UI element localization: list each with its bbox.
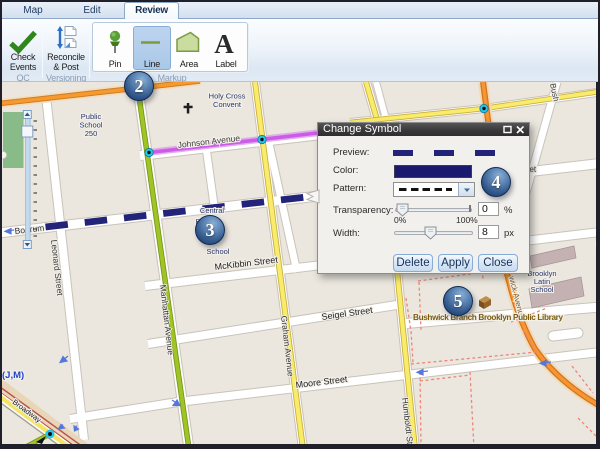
svg-text:Central: Central xyxy=(200,206,225,215)
svg-text:Convent: Convent xyxy=(213,100,242,109)
svg-text:School: School xyxy=(531,285,554,294)
svg-text:(J,M): (J,M) xyxy=(2,370,24,381)
svg-text:250: 250 xyxy=(85,129,98,138)
svg-text:School: School xyxy=(207,247,230,256)
svg-text:Bushwick Branch Brooklyn Publi: Bushwick Branch Brooklyn Public Library xyxy=(413,313,563,322)
svg-text:A: A xyxy=(214,29,234,59)
